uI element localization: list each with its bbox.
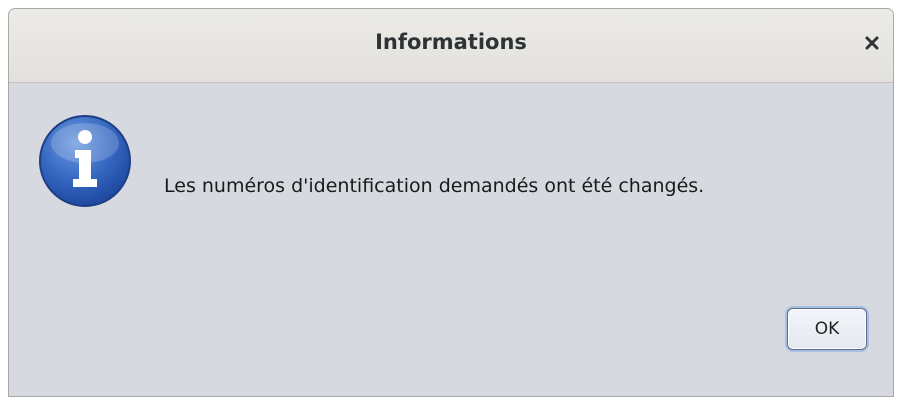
ok-button[interactable]: OK (787, 308, 867, 350)
information-dialog: Informations Les numéros d'identificatio… (8, 8, 894, 397)
info-icon (39, 115, 131, 207)
dialog-titlebar: Informations (9, 9, 893, 83)
close-icon (865, 36, 879, 50)
dialog-title: Informations (375, 30, 527, 54)
close-button[interactable] (857, 28, 887, 58)
dialog-message: Les numéros d'identification demandés on… (164, 175, 705, 197)
